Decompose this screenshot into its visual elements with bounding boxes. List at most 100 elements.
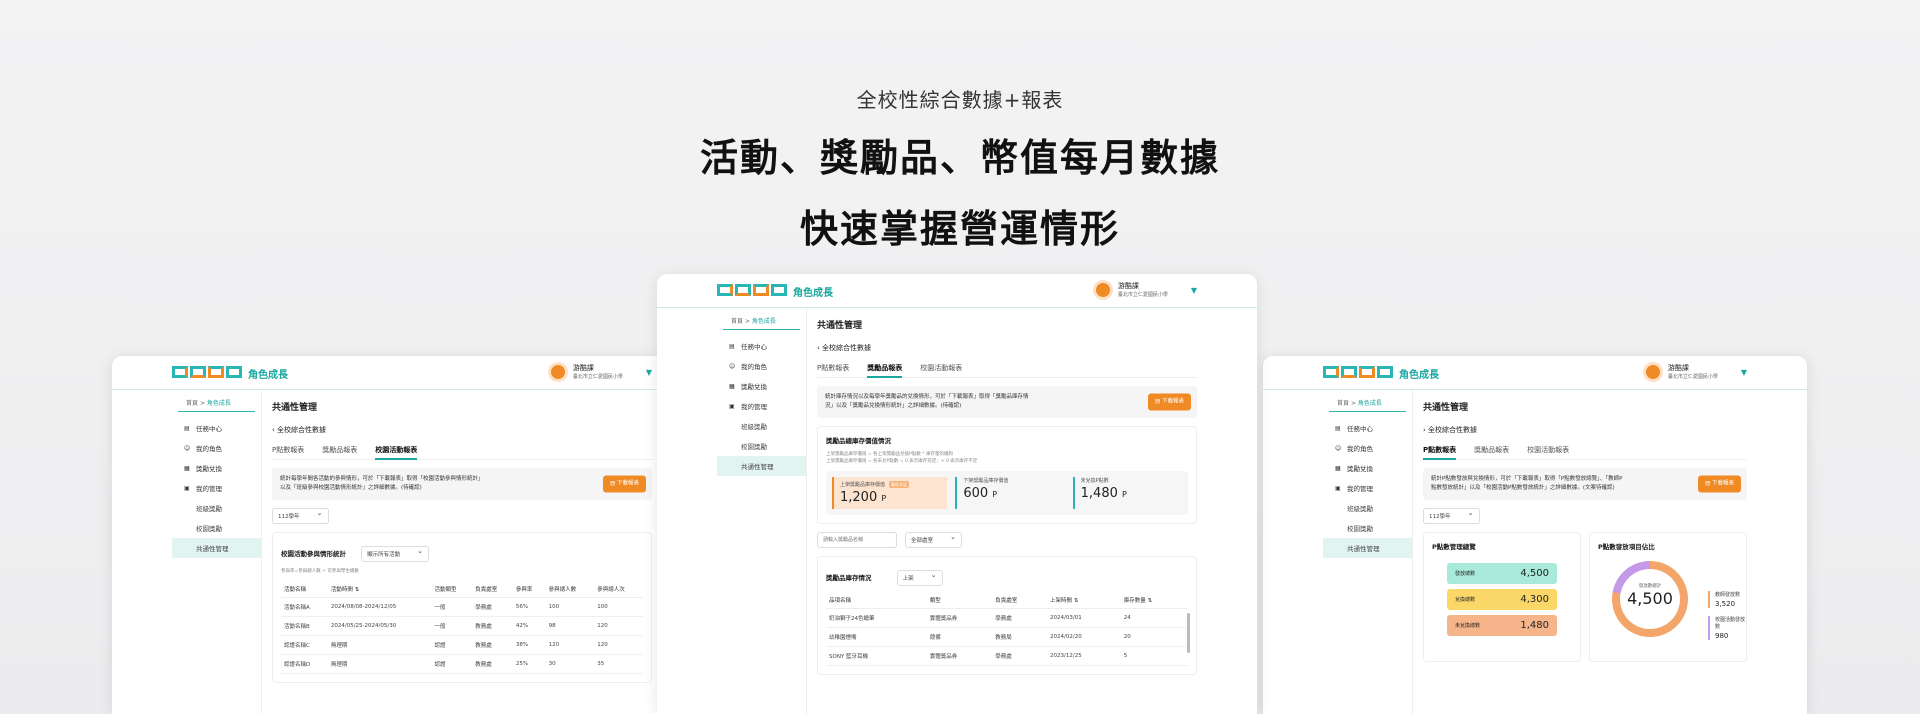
user-org: 臺北市立仁愛國民小學 [1117,292,1168,298]
reward-search-input[interactable] [817,532,897,548]
management-icon: ▣ [184,484,190,492]
column-header[interactable]: 上架時間 ⇅ [1047,592,1121,609]
report-tabs: P點數報表 獎勵品報表 校園活動報表 [1423,445,1747,460]
note-line: 統計庫存情況以及每學年獎勵品的兌換情形，可於「下載報表」取得「獎勵品庫存情 [825,394,1029,400]
page-title: 共通性管理 [1423,403,1469,413]
cell: 實體獎品券 [926,608,993,628]
section-title-text: 全校綜合性數據 [277,426,327,434]
year-select[interactable]: 112學年 [1423,508,1480,524]
sidebar-item-label: 任務中心 [196,425,222,433]
column-header[interactable]: 庫存數量 ⇅ [1120,592,1188,609]
info-note: 統計P點數發放與兌換情形，可於「下載報表」取得「P點數發放總覽」、「教師P 點數… [1423,468,1747,500]
inventory-value-card: 獎勵品總庫存價值情況 上架獎勵品庫存價值 = 各上架獎勵品兌換P點數 * 庫存量… [817,426,1197,524]
tab-rewards[interactable]: 獎勵品報表 [1474,445,1509,455]
download-icon: ▤ [1705,480,1712,487]
sidebar-item-tasks[interactable]: ▤ 任務中心 [1323,418,1412,438]
tab-rewards[interactable]: 獎勵品報表 [867,363,903,378]
sidebar-item-management[interactable]: ▣ 我的管理 [1323,478,1412,498]
caret-down-icon[interactable]: ▼ [1741,368,1747,377]
sidebar-item-character[interactable]: ☺ 我的角色 [172,438,261,458]
tab-rewards[interactable]: 獎勵品報表 [322,445,357,455]
user-menu[interactable]: 游酷課臺北市立仁愛國民小學 ▼ [547,362,652,382]
stat-label: 下架獎勵品庫存價值 [963,478,1009,484]
user-name: 游酷課 [572,364,594,372]
sidebar-item-tasks[interactable]: ▤ 任務中心 [172,418,261,438]
sidebar-item-character[interactable]: ☺ 我的角色 [1323,438,1412,458]
cell: 學務處 [992,608,1048,628]
download-report-button[interactable]: ▤ 下載報表 [1148,393,1191,411]
sidebar-item-class-reward[interactable]: 班級獎勵 [1323,498,1412,518]
breadcrumb-home[interactable]: 首頁 [731,318,743,325]
sidebar-item-common[interactable]: 共通性管理 [717,456,806,476]
sidebar-item-school-reward[interactable]: 校園獎勵 [1323,518,1412,538]
inventory-table-card: 獎勵品庫存情況 上架 品項名稱 類型 負責處室 上架時間 ⇅ 庫存數量 ⇅ 奶油… [817,556,1197,675]
sidebar-item-common[interactable]: 共通性管理 [1323,538,1412,558]
sidebar-item-rewards[interactable]: ▦ 獎勵兌換 [172,458,261,478]
sidebar-item-rewards[interactable]: ▦ 獎勵兌換 [1323,458,1412,478]
tab-activity[interactable]: 校園活動報表 [375,445,418,460]
sidebar-item-school-reward[interactable]: 校園獎勵 [717,436,806,456]
sidebar-item-management[interactable]: ▣ 我的管理 [172,478,261,498]
breadcrumb-home[interactable]: 首頁 [186,400,198,407]
logo[interactable] [1323,366,1393,378]
tab-activity[interactable]: 校園活動報表 [920,363,962,373]
sidebar-item-common[interactable]: 共通性管理 [172,538,261,558]
cell: 2024/02/20 [1047,627,1121,647]
character-icon: ☺ [184,444,191,452]
tab-points[interactable]: P點數報表 [817,363,849,373]
tab-points[interactable]: P點數報表 [272,445,304,455]
hero-subtitle: 全校性綜合數據+報表 [856,88,1064,112]
unit-select[interactable]: 全部處室 [905,532,963,548]
cell: 5 [1120,646,1188,666]
sidebar-item-tasks[interactable]: ▤ 任務中心 [717,336,806,356]
user-org: 臺北市立仁愛國民小學 [572,374,623,380]
cell: 幼稚園煙嘴 [826,627,927,647]
column-header: 負責處室 [472,581,513,598]
character-icon: ☺ [729,362,736,370]
cell: 120 [545,635,595,655]
legend-value: 3,520 [1715,600,1736,608]
table-scrollbar[interactable] [1187,613,1190,653]
sidebar: 首頁 > 角色成長 ▤ 任務中心 ☺ 我的角色 ▦ 獎勵兌換 ▣ 我的管理 班級獎勵 校… [172,390,262,714]
report-tabs: P點數報表 獎勵品報表 校園活動報表 [817,363,1197,378]
column-header: 負責處室 [992,592,1048,609]
breadcrumb-home[interactable]: 首頁 [1337,400,1349,407]
sidebar-item-rewards[interactable]: ▦ 獎勵兌換 [717,376,806,396]
breadcrumb-current: 角色成長 [206,400,231,407]
listing-status-select[interactable]: 上架 [896,570,943,586]
sidebar-item-character[interactable]: ☺ 我的角色 [717,356,806,376]
user-menu[interactable]: 游酷課 臺北市立仁愛國民小學 ▼ [1642,362,1747,382]
user-name: 游酷課 [1667,364,1689,372]
cell: 認證名稱D [281,654,328,674]
cell: 20 [1120,627,1188,647]
sidebar-item-management[interactable]: ▣ 我的管理 [717,396,806,416]
download-report-button[interactable]: ▤ 下載報表 [603,475,646,493]
sidebar-item-class-reward[interactable]: 班級獎勵 [717,416,806,436]
download-icon: ▤ [610,480,617,487]
status-badge: 庫存不足 [889,481,910,488]
caret-down-icon[interactable]: ▼ [1191,286,1197,295]
info-note: 統計庫存情況以及每學年獎勵品的兌換情形，可於「下載報表」取得「獎勵品庫存情 況」… [817,386,1197,418]
section-title: ‹ 全校綜合性數據 [817,343,1197,353]
column-header: 參與率 [512,581,546,598]
user-menu[interactable]: 游酷課 臺北市立仁愛國民小學 ▼ [1092,280,1197,300]
sidebar-item-school-reward[interactable]: 校園獎勵 [172,518,261,538]
download-report-button[interactable]: ▤ 下載報表 [1698,475,1741,493]
tab-points[interactable]: P點數報表 [1423,445,1457,460]
reward-icon: ▦ [1335,464,1341,472]
cell: 競備 [926,627,993,647]
column-header[interactable]: 活動時間 ⇅ [327,581,432,598]
tab-activity[interactable]: 校園活動報表 [1527,445,1569,455]
activity-filter-select[interactable]: 顯示所有活動 [361,546,430,562]
hero-section: 全校性綜合數據+報表 活動、獎勵品、幣值每月數據 快速掌握營運情形 [0,84,1920,253]
cell: 42% [512,616,546,636]
year-select[interactable]: 112學年 [272,508,329,524]
main-content: 共通性管理 › 全校綜合性數據 P點數報表 獎勵品報表 校園活動報表 統計P點數… [1423,390,1747,714]
sidebar: 首頁 > 角色成長 ▤ 任務中心 ☺ 我的角色 ▦ 獎勵兌換 ▣ 我的管理 班級獎勵 校… [1323,390,1413,714]
management-icon: ▣ [729,402,735,410]
stat-value: 1,200 [840,490,878,505]
caret-down-icon[interactable]: ▼ [646,368,652,377]
sidebar-item-class-reward[interactable]: 班級獎勵 [172,498,261,518]
logo[interactable] [172,366,242,378]
logo[interactable] [717,284,787,296]
